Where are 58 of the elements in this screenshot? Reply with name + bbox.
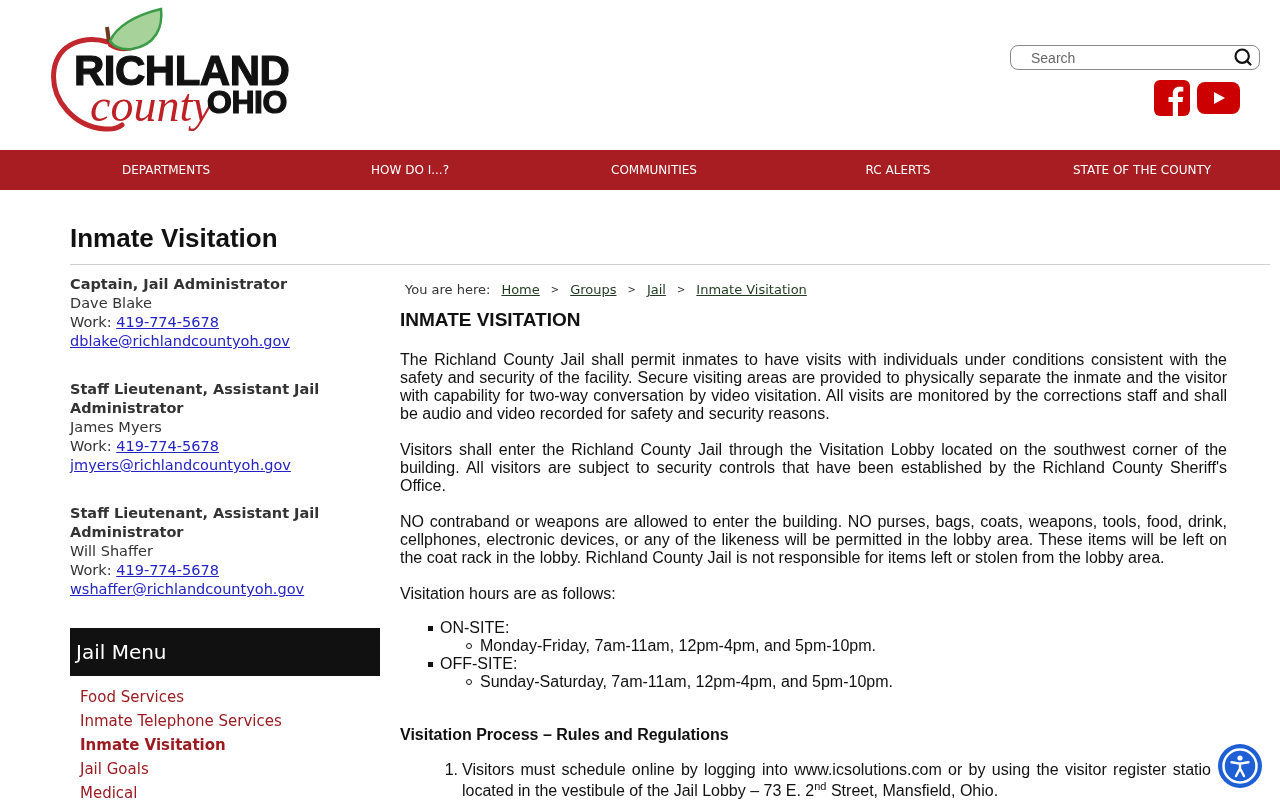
email-link[interactable]: jmyers@richlandcountyoh.gov: [70, 457, 291, 473]
paragraph: Visitation hours are as follows:: [400, 585, 617, 603]
list-item-text: Sunday-Saturday, 7am-11am, 12pm-4pm, and 5pm-10pm.: [480, 673, 893, 691]
phone-link[interactable]: 419-774-5678: [116, 562, 219, 578]
email-link[interactable]: dblake@richlandcountyoh.gov: [70, 333, 290, 349]
nav-link[interactable]: COMMUNITIES: [611, 163, 697, 177]
breadcrumb-separator: >: [676, 283, 686, 297]
accessibility-icon: [1222, 748, 1258, 784]
menu-link[interactable]: Inmate Visitation: [80, 736, 226, 754]
list-item-text: Visitors must schedule online by logging into www.icsolutions.com or by using the visitor register statio located in the vestibule of the Jail Lobby – 73 E. 2$^{nd}$ Street, Mansfield, Ohio.: [462, 760, 1211, 800]
breadcrumb-separator: >: [550, 283, 560, 297]
menu-heading: Jail Menu: [70, 628, 380, 676]
logo-title: RICHLAND: [74, 50, 290, 92]
square-bullet-icon: [428, 625, 433, 631]
list-item-text: Monday-Friday, 7am-11am, 12pm-4pm, and 5pm-10pm.: [480, 637, 876, 655]
contact-name: Dave Blake: [70, 294, 152, 313]
youtube-icon: [1197, 82, 1240, 114]
article-heading: INMATE VISITATION: [400, 309, 581, 331]
list-item-text: ON-SITE:: [440, 619, 510, 637]
menu-link[interactable]: Food Services: [80, 688, 184, 706]
menu-link[interactable]: Inmate Telephone Services: [80, 712, 282, 730]
breadcrumb-link[interactable]: Home: [501, 281, 540, 299]
contact-title: Captain, Jail Administrator: [70, 275, 288, 294]
youtube-link[interactable]: [1197, 82, 1240, 114]
contact-name: James Myers: [70, 418, 162, 437]
search-field[interactable]: Search: [1010, 45, 1260, 70]
nav-link[interactable]: HOW DO I...?: [371, 163, 449, 177]
phone-label: Work:: [70, 314, 112, 330]
list-item-text: OFF-SITE:: [440, 655, 518, 673]
breadcrumb-separator: >: [627, 283, 636, 297]
nav-link[interactable]: STATE OF THE COUNTY: [1072, 163, 1212, 177]
email-link[interactable]: wshaffer@richlandcountyoh.gov: [70, 581, 305, 597]
contact-title: Staff Lieutenant, Assistant Jail Administrator: [70, 380, 321, 418]
menu-link[interactable]: Jail Goals: [80, 760, 149, 778]
breadcrumb-link[interactable]: Inmate Visitation: [696, 281, 807, 299]
breadcrumb-link[interactable]: Jail: [646, 281, 666, 299]
accessibility-button[interactable]: [1218, 744, 1262, 788]
square-bullet-icon: [428, 661, 433, 667]
facebook-icon: [1154, 80, 1190, 116]
menu-link[interactable]: Medical: [80, 784, 138, 800]
search-icon[interactable]: [1233, 47, 1253, 67]
phone-label: Work:: [70, 438, 112, 454]
breadcrumb-label: You are here:: [405, 281, 491, 299]
nav-link[interactable]: DEPARTMENTS: [121, 163, 211, 177]
phone-link[interactable]: 419-774-5678: [116, 314, 219, 330]
paragraph: Visitors shall enter the Richland County Jail through the Visitation Lobby located on the southwest corner of the building. All visitors are subject to security controls that have been established by the Richland County Sheriff's Office.: [400, 441, 1227, 495]
phone-label: Work:: [70, 562, 112, 578]
contact-title: Staff Lieutenant, Assistant Jail Administrator: [70, 504, 321, 542]
contact-name: Will Shaffer: [70, 542, 153, 561]
paragraph: The Richland County Jail shall permit inmates to have visits with individuals under conditions consistent with the safety and security of the facility. Secure visiting areas are provided to physically separate the inmate and the visitor with capability for two-way conversation by video visitation. All visits are monitored by the corrections staff and shall be audio and video recorded for safety and security reasons.: [400, 351, 1227, 423]
facebook-link[interactable]: [1154, 80, 1190, 116]
list-number: 1.: [444, 760, 459, 780]
section-heading: Visitation Process – Rules and Regulations: [400, 726, 729, 744]
phone-link[interactable]: 419-774-5678: [116, 438, 219, 454]
breadcrumb-link[interactable]: Groups: [570, 281, 617, 299]
nav-link[interactable]: RC ALERTS: [865, 163, 931, 177]
page-title: Inmate Visitation: [70, 223, 278, 253]
paragraph: NO contraband or weapons are allowed to enter the building. NO purses, bags, coats, weapons, tools, food, drink, cellphones, electronic devices, or any of the likeness will be permitted in the lobby area. These items will be left on the coat rack in the lobby. Richland County Jail is not responsible for items left or stolen from the lobby area.: [400, 513, 1227, 567]
